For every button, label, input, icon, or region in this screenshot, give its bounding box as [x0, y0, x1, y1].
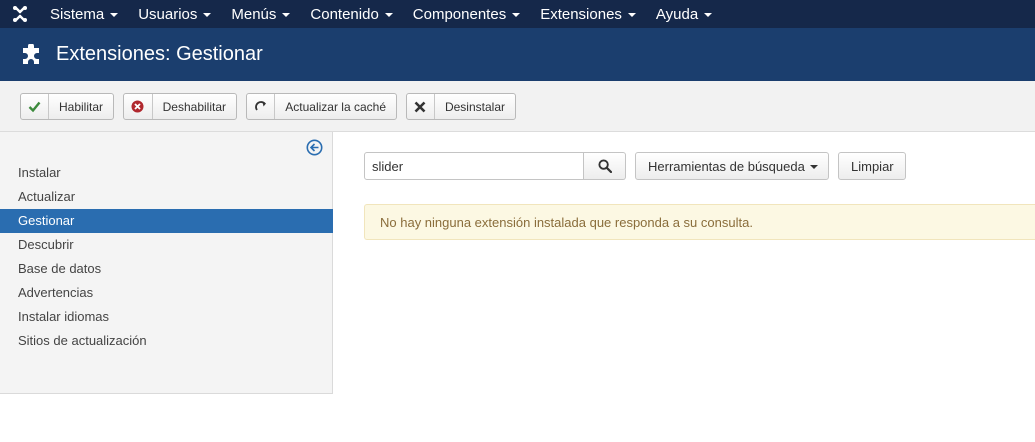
enable-button[interactable]: Habilitar [20, 93, 114, 120]
alert-message: No hay ninguna extensión instalada que r… [380, 214, 753, 230]
caret-down-icon [282, 13, 291, 17]
refresh-icon [247, 94, 276, 119]
top-navbar: Sistema Usuarios Menús Contenido Compone… [0, 0, 1035, 28]
sidebar-item-advertencias[interactable]: Advertencias [0, 281, 333, 305]
sidebar-item-sitios-de-actualizacion[interactable]: Sitios de actualización [0, 329, 333, 353]
menu-label: Ayuda [655, 5, 699, 23]
joomla-logo-icon[interactable] [0, 0, 40, 28]
sidebar-item-gestionar[interactable]: Gestionar [0, 209, 333, 233]
caret-down-icon [704, 13, 713, 17]
caret-down-icon [384, 13, 393, 17]
sidebar: Instalar Actualizar Gestionar Descubrir … [0, 132, 333, 394]
sidebar-item-instalar-idiomas[interactable]: Instalar idiomas [0, 305, 333, 329]
page-title: Extensiones: Gestionar [56, 43, 263, 65]
sidebar-item-actualizar[interactable]: Actualizar [0, 185, 333, 209]
menu-label: Contenido [310, 5, 379, 23]
menu-usuarios[interactable]: Usuarios [128, 0, 221, 28]
caret-down-icon [110, 13, 119, 17]
menu-label: Componentes [412, 5, 507, 23]
menu-contenido[interactable]: Contenido [300, 0, 402, 28]
page-header: Extensiones: Gestionar [0, 28, 1035, 81]
search-input[interactable] [364, 152, 584, 180]
search-icon [597, 159, 612, 173]
refresh-cache-label: Actualizar la caché [285, 99, 386, 114]
search-group [364, 152, 626, 180]
sidebar-list: Instalar Actualizar Gestionar Descubrir … [0, 161, 333, 353]
collapse-sidebar-icon[interactable] [306, 139, 323, 156]
menu-label: Sistema [50, 5, 105, 23]
search-tools-button[interactable]: Herramientas de búsqueda [635, 152, 829, 180]
close-icon [407, 94, 435, 119]
puzzle-icon [23, 43, 39, 64]
sidebar-item-base-de-datos[interactable]: Base de datos [0, 257, 333, 281]
sidebar-item-descubrir[interactable]: Descubrir [0, 233, 333, 257]
main-menu: Sistema Usuarios Menús Contenido Compone… [40, 0, 722, 28]
caret-down-icon [512, 13, 521, 17]
no-results-alert: No hay ninguna extensión instalada que r… [364, 204, 1035, 240]
caret-down-icon [627, 13, 636, 17]
caret-down-icon [203, 13, 212, 17]
toolbar: Habilitar Deshabilitar Actualizar la cac… [0, 81, 1035, 132]
menu-menus[interactable]: Menús [221, 0, 300, 28]
caret-down-icon [809, 165, 818, 169]
search-tools-label: Herramientas de búsqueda [648, 158, 805, 174]
disable-button[interactable]: Deshabilitar [123, 93, 237, 120]
menu-label: Extensiones [540, 5, 622, 23]
enable-label: Habilitar [58, 99, 103, 114]
sidebar-item-instalar[interactable]: Instalar [0, 161, 333, 185]
refresh-cache-button[interactable]: Actualizar la caché [246, 93, 397, 120]
check-icon [21, 94, 49, 119]
menu-ayuda[interactable]: Ayuda [646, 0, 722, 28]
disable-label: Deshabilitar [162, 99, 226, 114]
search-button[interactable] [584, 152, 626, 180]
uninstall-label: Desinstalar [444, 99, 505, 114]
menu-componentes[interactable]: Componentes [403, 0, 530, 28]
menu-sistema[interactable]: Sistema [40, 0, 128, 28]
menu-extensiones[interactable]: Extensiones [530, 0, 646, 28]
remove-circle-icon [124, 94, 153, 119]
clear-button[interactable]: Limpiar [838, 152, 906, 180]
clear-label: Limpiar [851, 158, 894, 174]
uninstall-button[interactable]: Desinstalar [406, 93, 516, 120]
menu-label: Usuarios [138, 5, 198, 23]
menu-label: Menús [231, 5, 277, 23]
